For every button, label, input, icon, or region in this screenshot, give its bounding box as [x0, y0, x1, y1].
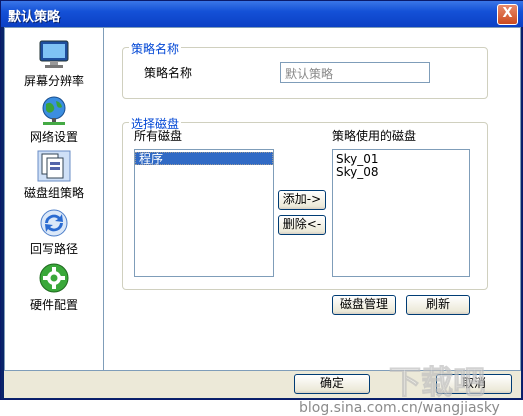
refresh-button[interactable]: 刷新 [406, 295, 470, 315]
title-bar[interactable]: 默认策略 X [1, 1, 523, 27]
dialog-body: 屏幕分辨率 网络设置 磁盘组策略 回写路径 硬件配置 策略名称 策略名称 默认策… [4, 27, 521, 416]
watermark-logo: 下载吧 [388, 363, 486, 402]
list-item[interactable]: Sky_08 [333, 166, 469, 179]
add-disk-button[interactable]: 添加-> [278, 190, 326, 210]
close-button[interactable]: X [497, 4, 518, 25]
policy-name-input[interactable]: 默认策略 [280, 62, 430, 83]
all-disks-label: 所有磁盘 [134, 129, 183, 143]
nav-item-hardware-config[interactable]: 硬件配置 [5, 262, 103, 313]
window-title: 默认策略 [8, 10, 61, 25]
nav-item-network[interactable]: 网络设置 [5, 96, 103, 145]
category-nav: 屏幕分辨率 网络设置 磁盘组策略 回写路径 硬件配置 [4, 27, 104, 371]
writeback-arrows-icon [40, 209, 68, 237]
watermark-text: blog.sina.com.cn/wangjiasky [299, 400, 500, 416]
all-disks-list[interactable]: 程序 [134, 149, 274, 277]
policy-name-label: 策略名称 [144, 66, 193, 80]
hardware-gear-icon [39, 263, 69, 293]
nav-item-writeback-path[interactable]: 回写路径 [5, 208, 103, 257]
nav-item-screen-resolution[interactable]: 屏幕分辨率 [5, 40, 103, 89]
nav-label: 磁盘组策略 [23, 186, 84, 200]
policy-name-group-title: 策略名称 [129, 40, 182, 57]
nav-label: 屏幕分辨率 [23, 74, 84, 88]
monitor-icon [39, 40, 69, 68]
close-icon: X [502, 6, 513, 21]
nav-item-disk-group-policy[interactable]: 磁盘组策略 [5, 150, 103, 201]
remove-disk-button[interactable]: 删除<- [278, 215, 326, 235]
policy-dialog: 默认策略 X 屏幕分辨率 网络设置 磁盘组策略 回写路径 硬件配置 策略名称 策… [0, 0, 523, 416]
nav-label: 回写路径 [29, 242, 78, 256]
disk-manage-button[interactable]: 磁盘管理 [332, 295, 396, 315]
ok-button[interactable]: 确定 [294, 374, 370, 394]
list-item[interactable]: 程序 [135, 152, 273, 166]
used-disks-list[interactable]: Sky_01 Sky_08 [332, 149, 470, 277]
network-globe-icon [42, 96, 66, 125]
nav-label: 硬件配置 [29, 298, 78, 312]
nav-label: 网络设置 [29, 130, 78, 144]
used-disks-label: 策略使用的磁盘 [332, 129, 417, 143]
disk-group-icon [37, 150, 71, 182]
policy-content: 策略名称 策略名称 默认策略 选择磁盘 所有磁盘 程序 策略使用的磁盘 Sky_… [104, 27, 521, 371]
